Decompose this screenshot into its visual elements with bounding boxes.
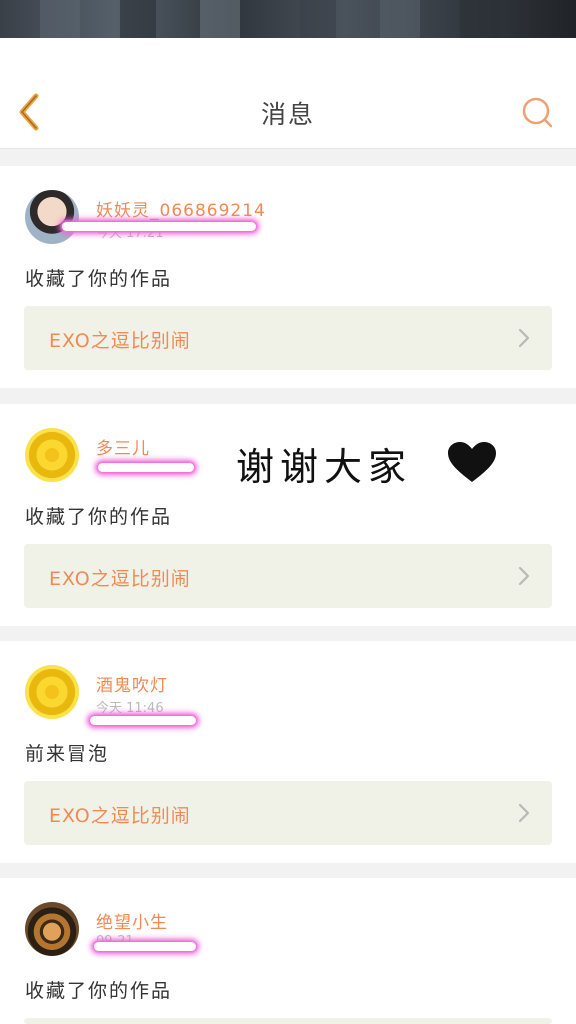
message-action: 收藏了你的作品 [25,506,173,528]
app-header: 消息 [0,38,576,149]
timestamp: 今天 11:46 [96,701,164,716]
work-link[interactable]: EXO之逗比别闹 [24,544,552,608]
avatar[interactable] [25,665,79,719]
message-action: 收藏了你的作品 [25,268,173,290]
status-bar-pixel [460,0,500,38]
work-link[interactable] [24,1018,552,1024]
highlight-scribble [94,942,196,951]
avatar[interactable] [25,428,79,482]
highlight-scribble [98,463,194,472]
work-title: EXO之逗比别闹 [49,805,191,827]
messages-screen: 消息 妖妖灵_066869214 今天 17:21 收藏了你的作品 EXO之逗比… [0,0,576,1024]
username[interactable]: 妖妖灵_066869214 [96,196,266,221]
message-card: 绝望小生 09-21 收藏了你的作品 [0,878,576,1024]
chevron-right-icon [518,328,530,348]
message-action: 前来冒泡 [25,743,110,765]
status-bar [0,0,576,38]
status-bar-pixel [120,0,156,38]
avatar[interactable] [25,902,79,956]
work-title: EXO之逗比别闹 [49,330,191,352]
thanks-note: 谢谢大家 [236,445,413,489]
status-bar-pixel [300,0,336,38]
highlight-scribble [62,222,256,231]
status-bar-pixel [40,0,80,38]
search-icon[interactable] [520,95,554,129]
message-card: 妖妖灵_066869214 今天 17:21 收藏了你的作品 EXO之逗比别闹 [0,166,576,388]
message-action: 收藏了你的作品 [25,980,173,1002]
work-link[interactable]: EXO之逗比别闹 [24,306,552,370]
chevron-right-icon [518,566,530,586]
page-title: 消息 [260,100,315,129]
heart-icon [448,442,496,482]
status-bar-pixel [380,0,420,38]
username[interactable]: 酒鬼吹灯 [96,671,168,696]
status-bar-pixel [200,0,240,38]
chevron-right-icon [518,803,530,823]
message-card: 酒鬼吹灯 今天 11:46 前来冒泡 EXO之逗比别闹 [0,641,576,863]
work-title: EXO之逗比别闹 [49,568,191,590]
username[interactable]: 绝望小生 [96,908,168,933]
avatar[interactable] [25,190,79,244]
work-link[interactable]: EXO之逗比别闹 [24,781,552,845]
username[interactable]: 多三儿 [96,434,150,459]
highlight-scribble [90,716,196,725]
